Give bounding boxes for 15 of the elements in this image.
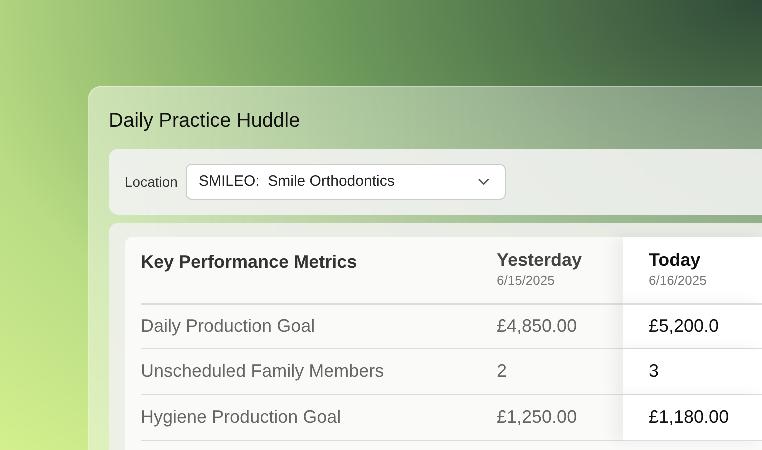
metric-label: Hygiene Production Goal — [141, 406, 342, 429]
column-header[interactable]: Yesterday 6/15/2025 — [497, 237, 623, 303]
table-cell-text: £5,200.0 — [649, 315, 720, 338]
table-cell-text: £1,250.00 — [497, 406, 578, 429]
metric-label: Unscheduled Family Members — [141, 360, 384, 383]
location-dropdown[interactable]: SMILEO: Smile Orthodontics — [186, 164, 506, 200]
column-header: Key Performance Metrics — [141, 251, 358, 274]
location-label: Location — [125, 172, 178, 192]
table-cell-text: £4,850.00 — [497, 315, 578, 338]
table-cell-text: 2 — [497, 360, 508, 383]
metric-label: Daily Production Goal — [141, 315, 316, 338]
table-cell-text: 3 — [649, 360, 660, 383]
page-title: Daily Practice Huddle — [109, 109, 302, 134]
table-cell-text: £1,180.00 — [649, 406, 730, 429]
column-header[interactable]: Today 6/16/2025 — [623, 237, 762, 303]
